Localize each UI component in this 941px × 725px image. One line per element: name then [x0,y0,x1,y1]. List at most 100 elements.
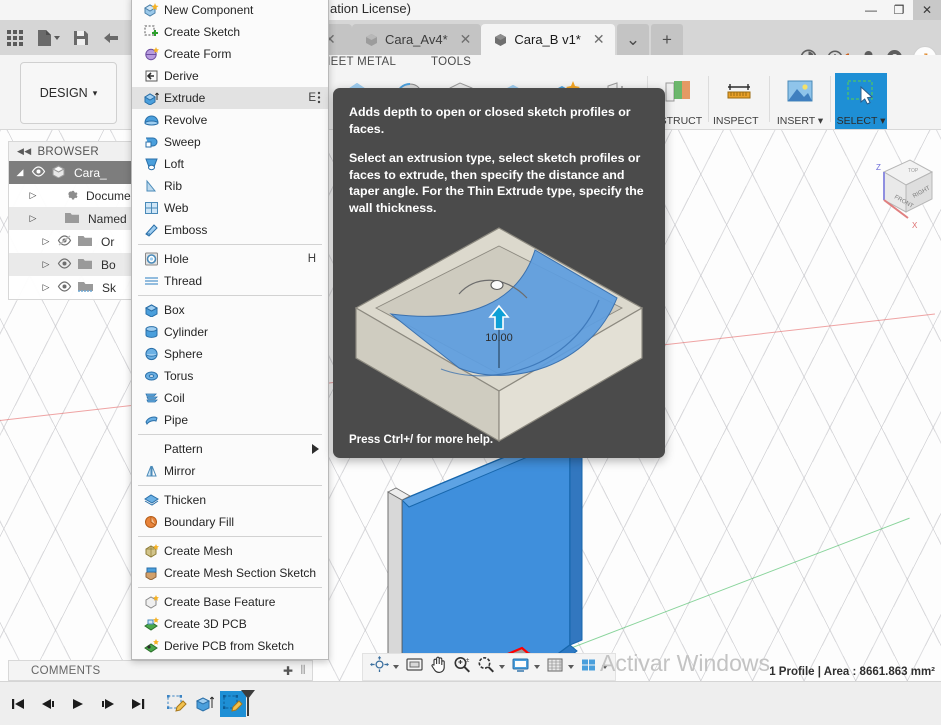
timeline-playback-button-0[interactable] [8,693,28,715]
apps-grid-icon[interactable] [0,20,30,55]
menu-item-mirror[interactable]: Mirror [132,460,328,482]
undo-icon[interactable] [96,20,126,55]
nav-orbit[interactable] [368,655,401,679]
nav-zoom[interactable]: ± [451,655,473,679]
tree-expand-arrow-icon[interactable]: ▷ [26,190,40,201]
menu-item-new-component[interactable]: New Component [132,0,328,21]
workspace-design-button[interactable]: DESIGN ▾ [20,62,117,124]
menu-item-create-form[interactable]: Create Form [132,43,328,65]
new-tab-plus-icon[interactable]: + [651,24,683,55]
view-cube[interactable]: FRONT RIGHT TOP Z X [862,148,936,234]
menu-item-label: Derive [164,69,199,83]
chevron-down-icon[interactable] [534,665,540,669]
timeline-playback-button-4[interactable] [128,693,148,715]
visibility-eye-icon[interactable] [31,165,47,180]
tree-expand-arrow-icon[interactable]: ▷ [39,282,53,293]
timeline-playback-button-1[interactable] [38,693,58,715]
timeline-feature-sketch-feature[interactable] [164,691,190,717]
menu-item-create-mesh[interactable]: Create Mesh [132,540,328,562]
pan-hand-icon [430,656,447,678]
visibility-eye-icon[interactable] [57,257,73,272]
timeline-marker[interactable] [240,689,256,722]
menu-item-rib[interactable]: Rib [132,175,328,197]
menu-item-thread[interactable]: Thread [132,270,328,292]
menu-item-hole[interactable]: Hole H [132,248,328,270]
component-cube-icon [493,32,508,47]
document-tab-2[interactable]: Cara_B v1* ✕ [481,24,615,55]
menu-item-pattern[interactable]: Pattern [132,438,328,460]
comments-resize-grip[interactable]: ⦀ [300,663,306,678]
nav-grid-snap[interactable] [544,655,576,679]
timeline-bar [0,681,941,725]
timeline-playback-button-3[interactable] [98,693,118,715]
document-tab-close-icon[interactable]: ✕ [593,31,605,48]
tree-expand-arrow-icon[interactable]: ▷ [26,213,40,224]
menu-item-loft[interactable]: Loft [132,153,328,175]
menu-item-coil[interactable]: Coil [132,387,328,409]
menu-item-label: New Component [164,3,254,17]
nav-zoom-window[interactable] [475,655,507,679]
tree-expand-arrow-icon[interactable]: ▷ [39,236,53,247]
menu-item-sweep[interactable]: Sweep [132,131,328,153]
menu-item-derive[interactable]: Derive [132,65,328,87]
nav-display-settings[interactable] [509,655,542,679]
nav-pan-hand[interactable] [428,655,449,679]
menu-item-cylinder[interactable]: Cylinder [132,321,328,343]
menu-item-emboss[interactable]: Emboss [132,219,328,241]
add-comment-icon[interactable]: ✚ [283,664,293,678]
menu-item-create-sketch[interactable]: Create Sketch [132,21,328,43]
save-icon[interactable] [66,20,96,55]
ribbon-button-inspect[interactable]: INSPECT ▾ [713,73,765,139]
nav-pan-display[interactable] [403,655,426,679]
timeline-playback-button-2[interactable] [68,693,88,715]
comments-label: COMMENTS [31,664,101,677]
menu-item-create-3d-pcb[interactable]: Create 3D PCB [132,613,328,635]
tree-expand-arrow-icon[interactable]: ▷ [39,259,53,270]
tab-overflow-chevron-icon[interactable]: ⌄ [617,24,649,55]
tree-expand-arrow-icon[interactable]: ◢ [13,167,27,178]
ribbon-button-select[interactable]: SELECT ▾ [835,73,887,129]
menu-item-label: Create Form [164,47,232,61]
menu-separator [138,434,322,435]
visibility-eye-icon[interactable] [57,234,73,249]
document-tab-1[interactable]: Cara_Av4* ✕ [352,24,482,55]
file-menu-icon[interactable] [30,20,66,55]
visibility-eye-icon[interactable] [57,280,73,295]
ribbon-tab-1[interactable]: TOOLS [431,56,471,68]
fusion360-window: ation License) — ❐ ✕ ✕ Cara_Av4* ✕ Cara_B v… [0,0,941,725]
rib-icon [140,178,162,194]
menu-item-web[interactable]: Web [132,197,328,219]
document-tab-label: Cara_Av4* [385,32,448,47]
svg-text:Z: Z [876,163,881,172]
menu-item-derive-pcb-from-sketch[interactable]: Derive PCB from Sketch [132,635,328,657]
ribbon-button-insert[interactable]: INSERT ▾ [774,73,826,129]
chevron-down-icon[interactable] [499,665,505,669]
comments-panel[interactable]: COMMENTS ✚ ⦀ [8,660,313,681]
menu-item-sphere[interactable]: Sphere [132,343,328,365]
menu-item-boundary-fill[interactable]: Boundary Fill [132,511,328,533]
restore-button[interactable]: ❐ [885,0,913,20]
menu-item-create-mesh-section-sketch[interactable]: Create Mesh Section Sketch [132,562,328,584]
document-tab-close-icon[interactable]: ✕ [460,31,472,48]
menu-item-torus[interactable]: Torus [132,365,328,387]
menu-item-box[interactable]: Box [132,299,328,321]
close-button[interactable]: ✕ [913,0,941,20]
menu-item-revolve[interactable]: Revolve [132,109,328,131]
menu-item-pipe[interactable]: Pipe [132,409,328,431]
menu-item-create-base-feature[interactable]: Create Base Feature [132,591,328,613]
ribbon-divider [769,76,770,122]
create-menu[interactable]: New Component Create Sketch Create Form Der… [131,0,329,660]
chevron-down-icon[interactable] [393,665,399,669]
ribbon-tab-0[interactable]: HEET METAL [322,56,396,68]
zoom-icon: ± [453,656,471,678]
menu-item-label: Emboss [164,223,208,237]
browser-collapse-icon[interactable]: ◀◀ [17,146,31,157]
menu-item-extrude[interactable]: Extrude E [132,87,328,109]
minimize-button[interactable]: — [857,0,885,20]
menu-item-thicken[interactable]: Thicken [132,489,328,511]
timeline-feature-extrude-feature[interactable] [192,691,218,717]
chevron-down-icon[interactable] [568,665,574,669]
menu-item-overflow-icon[interactable] [317,91,321,105]
quick-access-toolbar [0,20,126,55]
thread-icon [140,273,162,289]
